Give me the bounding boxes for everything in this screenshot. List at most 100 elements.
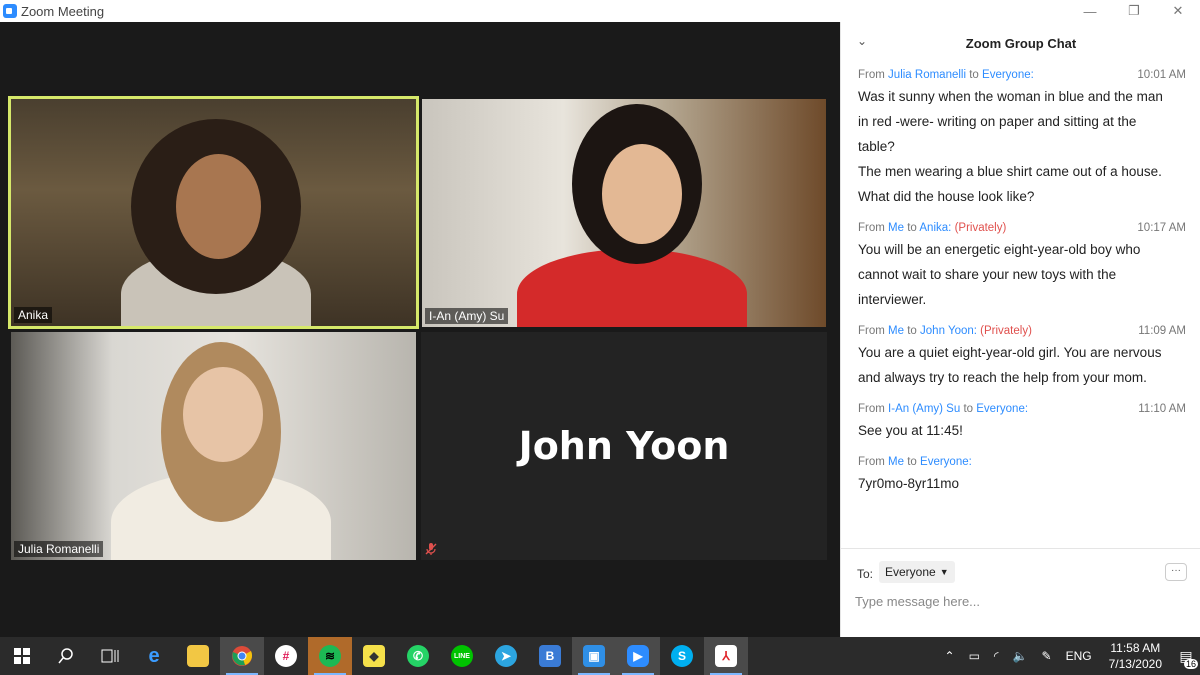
line-app-icon[interactable]: LINE: [440, 637, 484, 675]
edge-browser-icon[interactable]: e: [132, 637, 176, 675]
message-text: Was it sunny when the woman in blue and …: [858, 89, 1163, 104]
store-app-icon[interactable]: ▣: [572, 637, 616, 675]
sender-name[interactable]: Me: [888, 222, 904, 234]
message-text: You will be an energetic eight-year-old …: [858, 242, 1141, 257]
bluej-app-icon[interactable]: B: [528, 637, 572, 675]
participant-name-display: John Yoon: [518, 424, 730, 468]
message-text: See you at 11:45!: [858, 423, 963, 438]
acrobat-icon[interactable]: ⅄: [704, 637, 748, 675]
clock-date: 7/13/2020: [1108, 657, 1162, 671]
battery-icon[interactable]: ▭: [962, 649, 987, 663]
private-indicator: (Privately): [954, 222, 1007, 234]
message-text: in red -were- writing on paper and sitti…: [858, 114, 1137, 129]
chat-message-header: From Me to John Yoon: (Privately): [858, 325, 1032, 337]
participant-name-tag: Julia Romanelli: [14, 541, 104, 557]
chat-panel: ⌄ Zoom Group Chat From Julia Romanelli t…: [840, 22, 1200, 637]
spotify-icon[interactable]: ≋: [308, 637, 352, 675]
message-text: interviewer.: [858, 292, 927, 307]
video-tile-amy[interactable]: I-An (Amy) Su: [422, 99, 826, 327]
skype-icon[interactable]: S: [660, 637, 704, 675]
sender-name[interactable]: Julia Romanelli: [888, 69, 966, 81]
video-tile-julia[interactable]: Julia Romanelli: [11, 332, 416, 560]
to-word: to: [907, 456, 917, 468]
chat-message-header: From Me to Anika: (Privately): [858, 222, 1006, 234]
clock[interactable]: 11:58 AM 7/13/2020: [1099, 640, 1172, 672]
participant-name-tag: I-An (Amy) Su: [425, 308, 509, 324]
chat-message-header: From Me to Everyone:: [858, 456, 972, 468]
sticky-app-icon[interactable]: ◆: [352, 637, 396, 675]
clock-time: 11:58 AM: [1110, 641, 1161, 655]
telegram-icon[interactable]: ➤: [484, 637, 528, 675]
participant-name-tag: Anika: [14, 307, 53, 323]
message-time: 11:10 AM: [1138, 403, 1186, 415]
meeting-video-area: Anika I-An (Amy) Su Julia Romanelli John…: [0, 22, 840, 637]
restore-button[interactable]: ❐: [1112, 0, 1156, 22]
slack-icon[interactable]: #: [264, 637, 308, 675]
window-title-bar: Zoom Meeting — ❐ ✕: [0, 0, 1200, 22]
chat-message-header: From Julia Romanelli to Everyone:: [858, 69, 1034, 81]
minimize-button[interactable]: —: [1068, 0, 1112, 22]
close-button[interactable]: ✕: [1156, 0, 1200, 22]
chevron-down-icon: ▼: [939, 567, 949, 577]
sender-name[interactable]: Me: [888, 456, 904, 468]
message-text: cannot wait to share your new toys with …: [858, 267, 1117, 282]
to-word: to: [963, 403, 974, 415]
message-text: The men wearing a blue shirt came out of…: [858, 164, 1162, 179]
chat-message-input[interactable]: [855, 591, 1185, 611]
windows-taskbar: e # ≋ ◆ ✆ LINE ➤ B ▣ ▶ S ⅄ ⌃ ▭ ◜ 🔈 ✎ ENG…: [0, 637, 1200, 675]
recipient-name[interactable]: John Yoon:: [920, 325, 977, 337]
sender-name[interactable]: I-An (Amy) Su: [888, 403, 960, 415]
windows-start-icon[interactable]: [0, 637, 44, 675]
chat-message: From Me to Everyone: 7yr0mo-8yr11mo: [858, 453, 1186, 496]
video-tile-john[interactable]: John Yoon: [421, 332, 827, 560]
recipient-name[interactable]: Everyone:: [982, 69, 1034, 81]
message-time: 11:09 AM: [1138, 325, 1186, 337]
search-icon[interactable]: [44, 637, 88, 675]
chat-message-meta: From Julia Romanelli to Everyone: 10:01 …: [858, 66, 1186, 84]
chat-message-meta: From Me to Everyone:: [858, 453, 1186, 471]
chat-title: Zoom Group Chat: [965, 36, 1077, 51]
private-indicator: (Privately): [980, 325, 1032, 337]
message-text: and always try to reach the help from yo…: [858, 370, 1147, 385]
to-word: to: [907, 222, 917, 234]
recipient-name[interactable]: Everyone:: [976, 403, 1028, 415]
file-explorer-icon[interactable]: [176, 637, 220, 675]
volume-icon[interactable]: 🔈: [1006, 649, 1035, 663]
sender-name[interactable]: Me: [888, 325, 904, 337]
notifications-icon[interactable]: 16 ▤: [1172, 637, 1200, 675]
chrome-icon[interactable]: [220, 637, 264, 675]
to-label: To:: [857, 567, 874, 581]
from-label: From: [858, 325, 885, 337]
message-text: You are a quiet eight-year-old girl. You…: [858, 345, 1162, 360]
zoom-icon[interactable]: ▶: [616, 637, 660, 675]
chat-message-meta: From Me to Anika: (Privately) 10:17 AM: [858, 219, 1186, 237]
more-options-button[interactable]: ···: [1165, 563, 1187, 581]
system-tray: ⌃ ▭ ◜ 🔈 ✎ ENG 11:58 AM 7/13/2020 16 ▤: [938, 637, 1200, 675]
message-time: 10:01 AM: [1137, 69, 1186, 81]
chat-message-meta: From I-An (Amy) Su to Everyone: 11:10 AM: [858, 400, 1186, 418]
pen-icon[interactable]: ✎: [1035, 649, 1059, 663]
chat-message: From Me to Anika: (Privately) 10:17 AM You…: [858, 219, 1186, 312]
from-label: From: [858, 456, 885, 468]
chat-message: From Me to John Yoon: (Privately) 11:09 A…: [858, 322, 1186, 390]
window-controls: — ❐ ✕: [1068, 0, 1200, 22]
chat-message-meta: From Me to John Yoon: (Privately) 11:09 A…: [858, 322, 1186, 340]
message-time: 10:17 AM: [1137, 222, 1186, 234]
chat-header: ⌄ Zoom Group Chat: [841, 22, 1200, 62]
recipient-name[interactable]: Anika:: [919, 222, 951, 234]
wifi-icon[interactable]: ◜: [987, 649, 1006, 663]
whatsapp-icon[interactable]: ✆: [396, 637, 440, 675]
message-text: table?: [858, 139, 895, 154]
video-tile-anika[interactable]: Anika: [8, 96, 419, 329]
from-label: From: [858, 403, 885, 415]
task-view-icon[interactable]: [88, 637, 132, 675]
to-word: to: [907, 325, 917, 337]
zoom-app-icon: [3, 4, 17, 18]
chevron-up-icon[interactable]: ⌃: [938, 649, 962, 663]
recipient-name[interactable]: Everyone:: [920, 456, 972, 468]
recipient-dropdown[interactable]: Everyone ▼: [879, 561, 955, 583]
mic-muted-icon: [425, 543, 437, 555]
to-word: to: [969, 69, 979, 81]
from-label: From: [858, 222, 885, 234]
language-indicator[interactable]: ENG: [1059, 649, 1099, 663]
